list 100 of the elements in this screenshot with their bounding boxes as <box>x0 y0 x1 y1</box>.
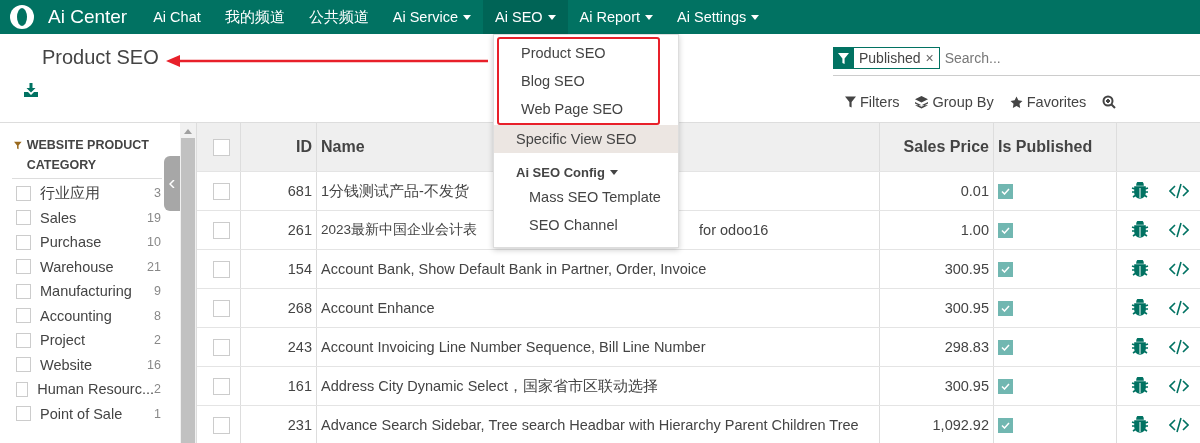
checkbox[interactable] <box>16 185 31 201</box>
checkbox[interactable] <box>16 259 31 275</box>
category-label[interactable]: Sales <box>40 209 148 226</box>
code-icon[interactable] <box>1169 300 1189 316</box>
category-label[interactable]: 行业应用 <box>40 183 155 203</box>
column-header[interactable]: ID <box>241 123 317 171</box>
category-count: 21 <box>147 259 161 274</box>
checkbox[interactable] <box>16 406 31 422</box>
table-cell: 261 <box>241 211 317 249</box>
scroll-up-icon[interactable] <box>184 129 192 134</box>
table-cell: 300.95 <box>880 367 994 405</box>
row-checkbox[interactable] <box>213 377 230 395</box>
row-checkbox[interactable] <box>213 260 230 278</box>
bug-icon[interactable] <box>1131 416 1149 434</box>
nav-menu-item[interactable]: Ai SEO <box>483 0 568 34</box>
checkbox[interactable] <box>16 283 31 299</box>
row-checkbox[interactable] <box>213 416 230 434</box>
category-label[interactable]: Warehouse <box>40 258 148 275</box>
nav-menu-item[interactable]: 我的频道 <box>212 0 297 34</box>
bug-icon[interactable] <box>1131 299 1149 317</box>
category-label[interactable]: Human Resourc... <box>37 381 155 398</box>
checkmark-icon <box>1001 226 1010 234</box>
category-count: 16 <box>147 357 161 372</box>
row-checkbox[interactable] <box>213 299 230 317</box>
category-label[interactable]: Project <box>40 332 155 349</box>
table-cell: 243 <box>241 328 317 366</box>
code-icon[interactable] <box>1169 339 1189 355</box>
bug-icon[interactable] <box>1131 260 1149 278</box>
table-cell: 681 <box>241 172 317 210</box>
nav-menu-item[interactable]: Ai Chat <box>141 0 213 34</box>
bug-icon[interactable] <box>1131 377 1149 395</box>
sidebar-title: WEBSITE PRODUCT CATEGORY <box>26 137 150 174</box>
code-icon[interactable] <box>1169 183 1189 199</box>
menu-item[interactable]: Mass SEO Template <box>494 183 678 211</box>
checkbox[interactable] <box>16 308 31 324</box>
checkbox[interactable] <box>16 381 29 397</box>
category-label[interactable]: Manufacturing <box>40 283 155 300</box>
category-count: 9 <box>154 284 161 299</box>
table-cell: 2023最新中国企业会计表 <box>321 221 478 239</box>
bug-icon[interactable] <box>1131 221 1149 239</box>
nav-menu-item[interactable]: Ai Settings <box>665 0 772 34</box>
category-count: 1 <box>154 406 161 421</box>
caret-icon <box>547 14 556 20</box>
star-icon <box>1009 95 1023 109</box>
checkmark-icon <box>1001 304 1010 312</box>
column-header[interactable]: Sales Price <box>880 123 994 171</box>
menu-item[interactable]: Web Page SEO <box>499 95 658 123</box>
table-cell: Advance Search Sidebar, Tree search Headbar with Hierarchy Parent Children Tree <box>317 406 880 443</box>
search-option[interactable]: Favorites <box>1009 94 1087 110</box>
select-all-checkbox[interactable] <box>213 138 230 156</box>
nav-menu-item[interactable]: Ai Report <box>567 0 666 34</box>
row-checkbox[interactable] <box>213 221 230 239</box>
bug-icon[interactable] <box>1131 182 1149 200</box>
collapse-handle[interactable] <box>164 156 180 211</box>
logo-icon <box>10 5 34 29</box>
code-icon[interactable] <box>1169 261 1189 277</box>
search-option[interactable]: Group By <box>915 94 994 110</box>
checkmark-icon <box>1001 343 1010 351</box>
category-count: 10 <box>147 235 161 250</box>
column-header[interactable]: Is Published <box>994 123 1117 171</box>
table-cell: 300.95 <box>880 289 994 327</box>
code-icon[interactable] <box>1169 417 1189 433</box>
remove-facet-button[interactable]: × <box>925 50 934 66</box>
table-cell: for odoo16 <box>699 222 769 238</box>
checkbox[interactable] <box>16 234 31 250</box>
table-cell: Account Bank, Show Default Bank in Partner, Order, Invoice <box>317 250 880 288</box>
menu-item[interactable]: Product SEO <box>499 39 658 67</box>
nav-menu-item[interactable]: Ai Service <box>380 0 484 34</box>
table-cell: 231 <box>241 406 317 443</box>
category-label[interactable]: Website <box>40 356 148 373</box>
checkmark-icon <box>1001 265 1010 273</box>
category-count: 3 <box>154 186 161 201</box>
menu-item[interactable]: SEO Channel <box>494 211 678 239</box>
nav-menu-item[interactable]: 公共频道 <box>296 0 381 34</box>
zoom-icon[interactable] <box>1102 95 1117 109</box>
category-count: 8 <box>154 308 161 323</box>
code-icon[interactable] <box>1169 378 1189 394</box>
category-label[interactable]: Point of Sale <box>40 405 155 422</box>
filter-icon <box>14 140 22 151</box>
menu-item[interactable]: Specific View SEO <box>494 125 678 153</box>
category-label[interactable]: Accounting <box>40 307 155 324</box>
menu-item[interactable]: Blog SEO <box>499 67 658 95</box>
bug-icon[interactable] <box>1131 338 1149 356</box>
row-checkbox[interactable] <box>213 182 230 200</box>
checkmark-icon <box>1001 421 1010 429</box>
category-label[interactable]: Purchase <box>40 234 148 251</box>
caret-icon <box>463 14 472 20</box>
table-cell: 298.83 <box>880 328 994 366</box>
table-cell: 1,092.92 <box>880 406 994 443</box>
checkbox[interactable] <box>16 332 31 348</box>
code-icon[interactable] <box>1169 222 1189 238</box>
caret-icon <box>751 14 760 20</box>
table-cell: 154 <box>241 250 317 288</box>
scrollbar[interactable] <box>180 123 196 443</box>
search-option[interactable]: Filters <box>845 94 900 110</box>
checkbox[interactable] <box>16 357 31 373</box>
table-cell: 1.00 <box>880 211 994 249</box>
checkbox[interactable] <box>16 210 31 226</box>
row-checkbox[interactable] <box>213 338 230 356</box>
table-cell: 300.95 <box>880 250 994 288</box>
